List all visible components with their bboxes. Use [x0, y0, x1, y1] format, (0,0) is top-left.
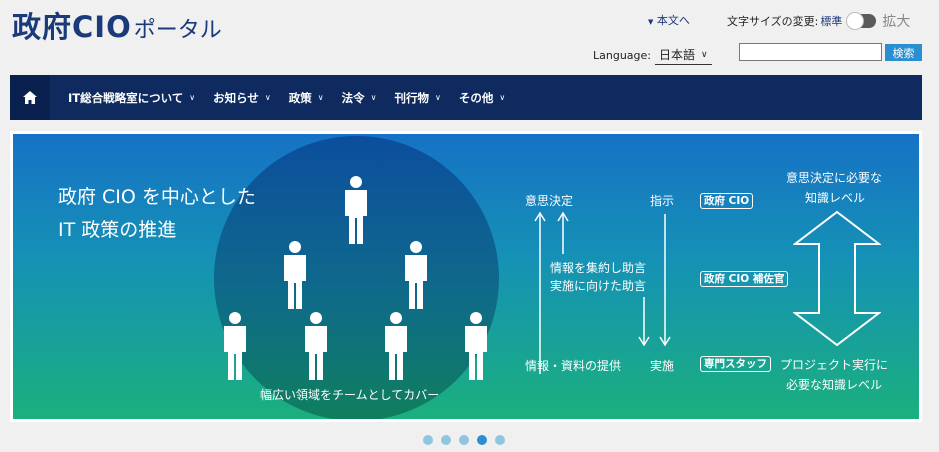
nav-item-policy[interactable]: 政策 ∨	[289, 90, 324, 106]
carousel-dot[interactable]	[459, 435, 469, 445]
carousel-dot[interactable]	[495, 435, 505, 445]
chevron-down-icon: ∨	[435, 93, 441, 102]
chevron-down-icon: ∨	[370, 93, 377, 102]
logo-main-text: 政府CIO	[12, 10, 132, 44]
font-size-large-label: 拡大	[882, 14, 911, 30]
nav-item-about[interactable]: IT総合戦略室について ∨	[68, 90, 195, 106]
chevron-down-icon: ∨	[189, 93, 196, 102]
carousel-dot-active[interactable]	[477, 435, 487, 445]
font-size-toggle[interactable]	[846, 12, 877, 30]
nav-item-label: 法令	[341, 90, 365, 105]
chevron-down-icon: ∨	[317, 93, 324, 102]
language-select[interactable]: 日本語 ∨	[655, 45, 712, 65]
hero-frame	[10, 131, 922, 422]
nav-item-label: IT総合戦略室について	[68, 90, 184, 105]
hero-banner[interactable]: 政府 CIO を中心とした IT 政策の推進 幅広い領域をチームとしてカバー 意…	[10, 131, 922, 422]
logo-sub-text: ポータル	[133, 18, 222, 43]
nav-item-label: 政策	[288, 90, 312, 105]
caret-down-icon: ▼	[648, 18, 654, 26]
nav-item-label: その他	[458, 90, 494, 105]
nav-item-law[interactable]: 法令 ∨	[342, 90, 377, 106]
carousel-dot[interactable]	[441, 435, 451, 445]
nav-item-others[interactable]: その他 ∨	[459, 90, 505, 106]
chevron-down-icon: ∨	[499, 93, 506, 102]
nav-item-label: 刊行物	[394, 90, 430, 105]
font-size-switcher: 文字サイズの変更: 標準 拡大	[727, 11, 910, 31]
language-value: 日本語	[659, 48, 696, 62]
font-size-label: 文字サイズの変更:	[727, 15, 819, 28]
language-label: Language:	[593, 48, 651, 62]
carousel-indicators	[423, 435, 513, 445]
nav-item-news[interactable]: お知らせ ∨	[213, 90, 271, 106]
search-button[interactable]: 検索	[885, 44, 922, 61]
chevron-down-icon: ∨	[701, 49, 708, 60]
home-icon	[23, 91, 37, 104]
search-input[interactable]	[739, 43, 882, 61]
nav-item-publications[interactable]: 刊行物 ∨	[395, 90, 441, 106]
skip-to-content-link[interactable]: ▼ 本文へ	[648, 12, 690, 28]
font-size-standard-label: 標準	[820, 15, 843, 28]
skip-link-label: 本文へ	[656, 14, 690, 27]
chevron-down-icon: ∨	[264, 93, 271, 102]
home-button[interactable]	[10, 75, 50, 120]
nav-item-label: お知らせ	[213, 90, 259, 105]
site-logo[interactable]: 政府CIO ポータル	[12, 4, 222, 46]
toggle-knob	[846, 12, 865, 30]
carousel-dot[interactable]	[423, 435, 433, 445]
main-navigation: IT総合戦略室について ∨ お知らせ ∨ 政策 ∨ 法令 ∨ 刊行物 ∨ その他 ∨	[10, 75, 922, 120]
language-selector: Language: 日本語 ∨	[593, 45, 712, 65]
